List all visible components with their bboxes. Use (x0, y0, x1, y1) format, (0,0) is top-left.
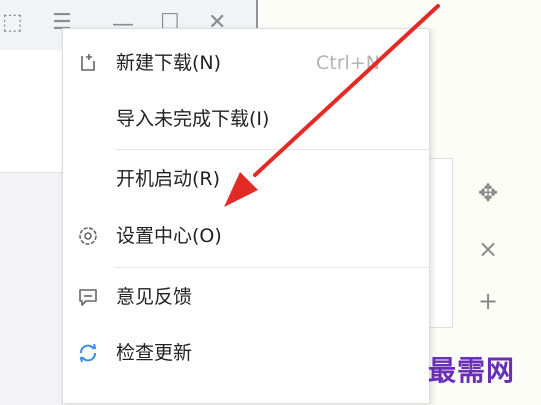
menu-divider (115, 149, 429, 150)
menu-item-new-download[interactable]: 新建下载(N) Ctrl+N (63, 41, 429, 85)
menu-item-label: 导入未完成下载(I) (116, 108, 270, 130)
main-menu-dropdown: 新建下载(N) Ctrl+N 导入未完成下载(I) 开机启动(R) 设置中心(O… (62, 28, 430, 404)
close-icon[interactable]: × (475, 236, 501, 262)
menu-item-label: 开机启动(R) (116, 168, 221, 190)
menu-item-import-unfinished[interactable]: 导入未完成下载(I) (63, 97, 429, 141)
skin-icon[interactable]: ⬚ (2, 12, 22, 34)
add-icon[interactable]: + (475, 288, 501, 314)
menu-item-label: 设置中心(O) (116, 225, 222, 247)
feedback-icon (79, 289, 97, 306)
menu-item-feedback[interactable]: 意见反馈 (63, 275, 429, 319)
menu-item-label: 检查更新 (116, 342, 193, 364)
menu-item-label: 意见反馈 (116, 286, 193, 308)
settings-icon (79, 227, 97, 245)
move-icon[interactable]: ✥ (475, 180, 501, 206)
watermark-logo: 最需网 (428, 354, 516, 387)
menu-item-label: 新建下载(N) (116, 52, 222, 74)
refresh-icon (79, 343, 97, 363)
menu-divider (115, 267, 429, 268)
sidebar-strip (0, 172, 62, 405)
menu-item-settings[interactable]: 设置中心(O) (63, 214, 429, 258)
menu-item-check-update[interactable]: 检查更新 (63, 331, 429, 375)
menu-item-shortcut: Ctrl+N (316, 52, 380, 74)
new-download-icon (81, 54, 95, 71)
background-panel (430, 158, 453, 328)
menu-item-startup[interactable]: 开机启动(R) (63, 157, 429, 201)
